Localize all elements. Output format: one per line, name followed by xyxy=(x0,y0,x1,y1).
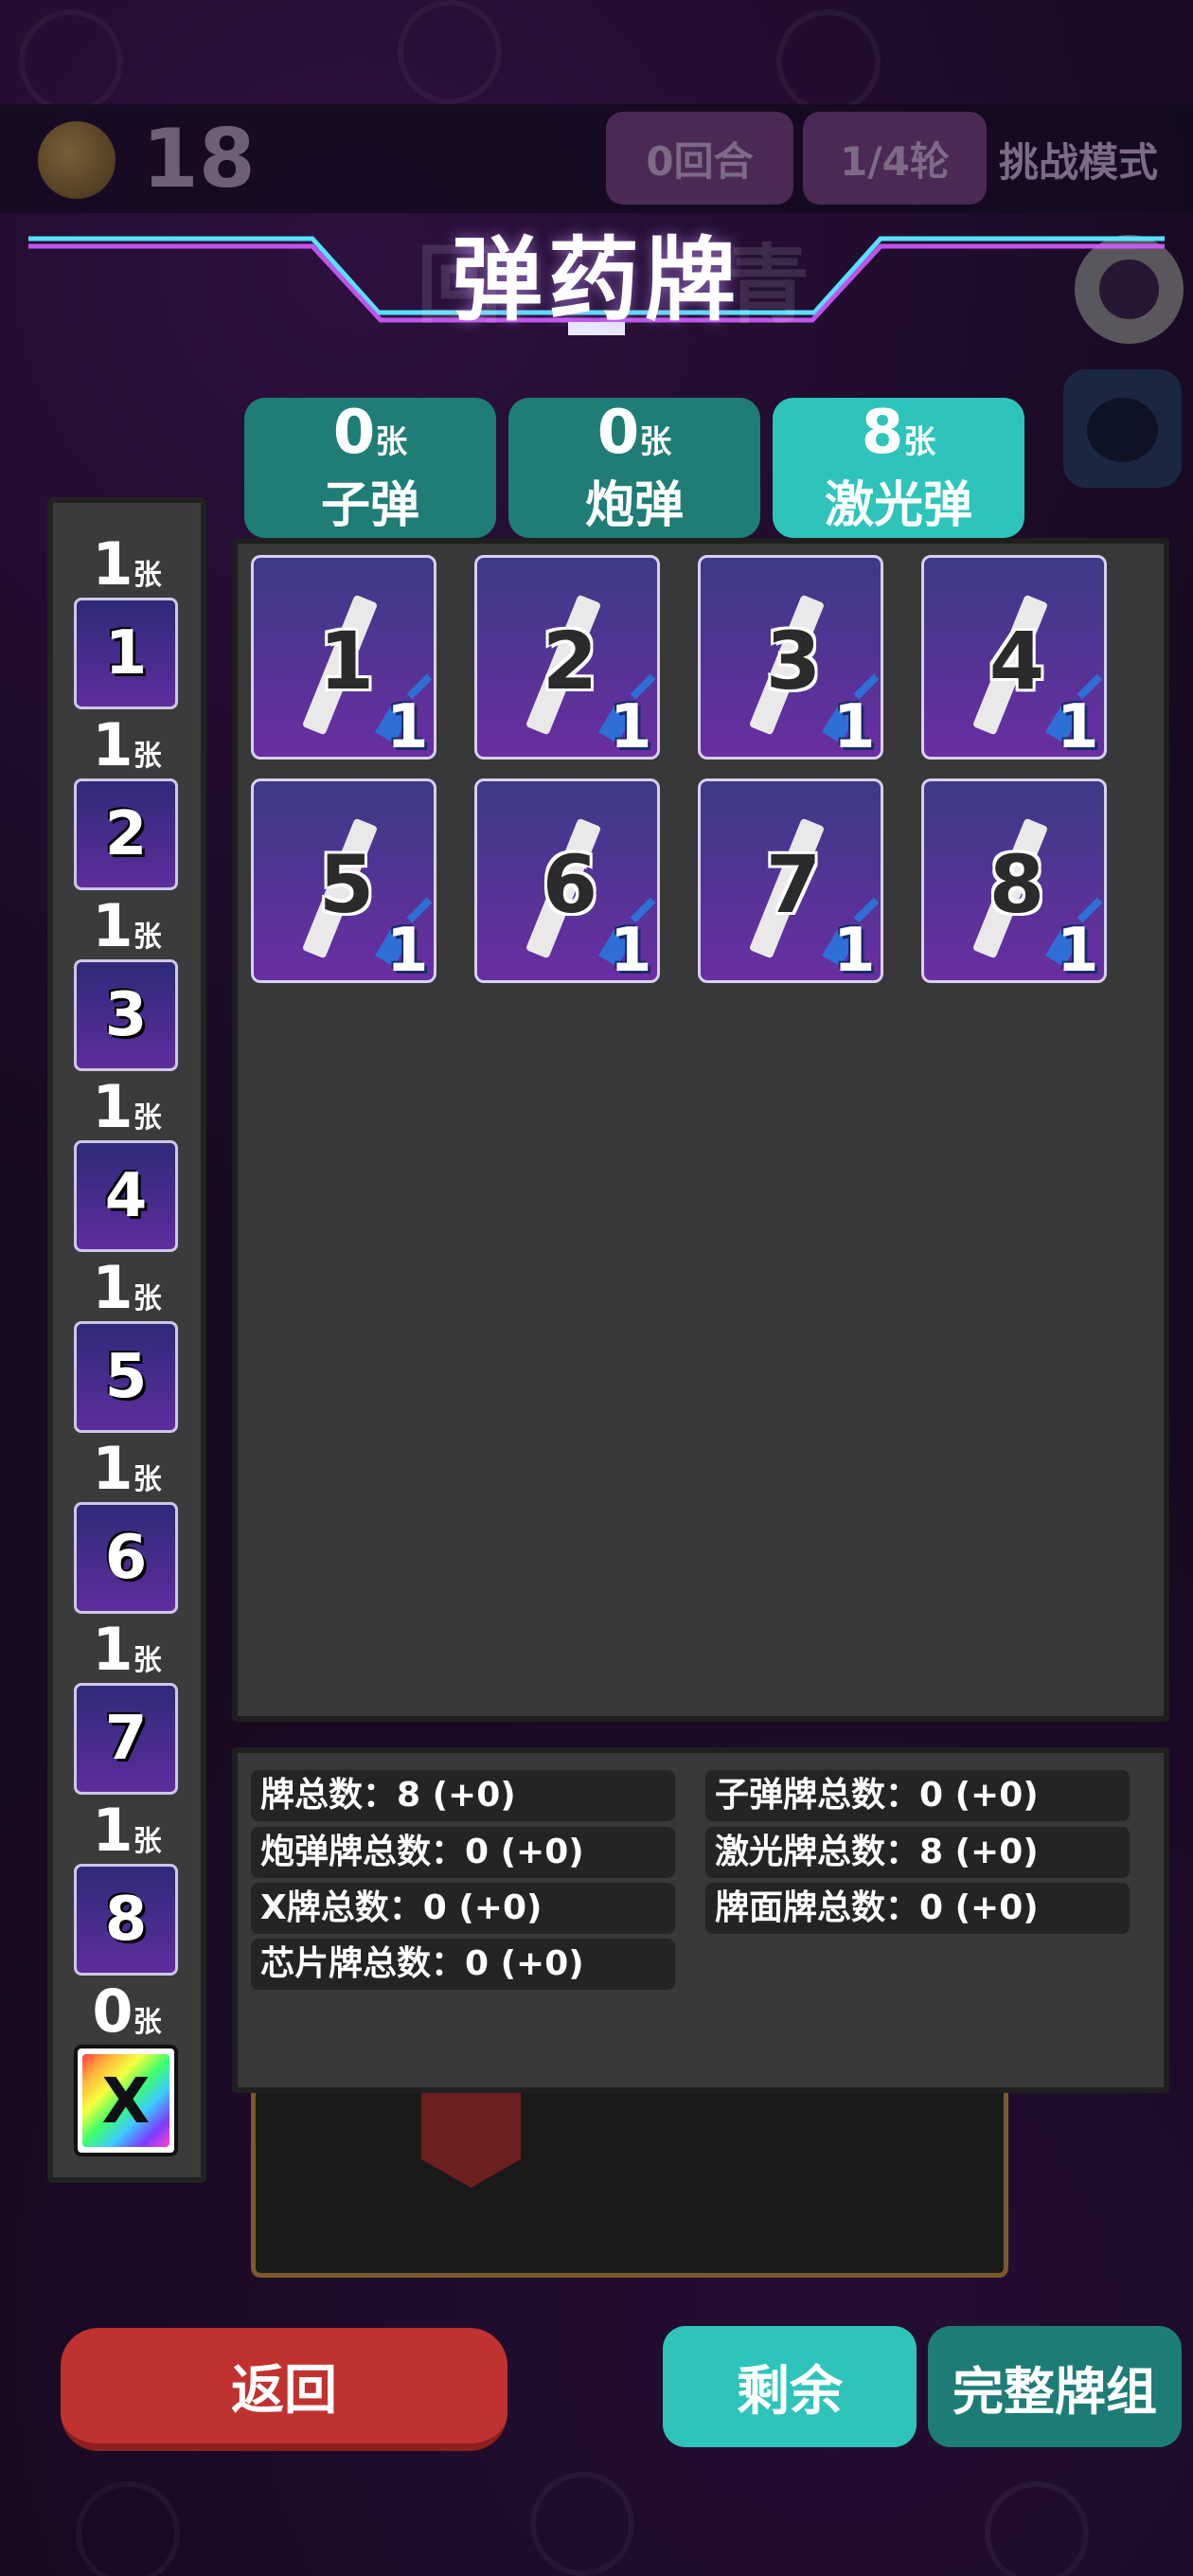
ammo-card[interactable]: 3 1 xyxy=(698,555,883,760)
bear-menu-button[interactable] xyxy=(1063,369,1182,488)
round-counter: 0回合 xyxy=(606,112,793,205)
wave-counter: 1/4轮 xyxy=(803,112,987,205)
stat-total-cards: 牌总数：8 (+0) xyxy=(251,1770,675,1821)
paw-decoration xyxy=(530,2472,634,2576)
background-item-frame xyxy=(251,2093,1008,2278)
ammo-card[interactable]: 8 1 xyxy=(921,778,1107,983)
page-title: 弹药牌 xyxy=(452,227,741,333)
tab-bullet[interactable]: 0张 子弹 xyxy=(244,398,496,538)
remaining-button[interactable]: 剩余 xyxy=(663,2326,917,2447)
sidebar-card: 4 xyxy=(74,1140,178,1252)
card-filter-sidebar: 1张 1 1张 2 1张 3 1张 4 1张 5 1张 6 1张 7 1张 8 … xyxy=(47,497,206,2183)
tab-shell[interactable]: 0张 炮弹 xyxy=(508,398,760,538)
sidebar-card: 1 xyxy=(74,598,178,709)
bear-icon xyxy=(1087,398,1158,462)
tab-laser-label: 激光弹 xyxy=(824,477,972,534)
coin-icon xyxy=(38,121,116,199)
card-grid-panel: 1 1 2 1 3 1 4 1 5 1 6 1 7 1 8 1 xyxy=(232,538,1169,1722)
deck-stats-panel: 牌总数：8 (+0) 子弹牌总数：0 (+0) 炮弹牌总数：0 (+0) 激光牌… xyxy=(232,1747,1169,2093)
tab-shell-count: 0 xyxy=(596,398,640,468)
tab-laser-count: 8 xyxy=(861,398,904,468)
sidebar-card: 3 xyxy=(74,959,178,1071)
stat-bullet-cards: 子弹牌总数：0 (+0) xyxy=(705,1770,1130,1821)
sidebar-item-1[interactable]: 1张 1 xyxy=(74,531,180,709)
sidebar-item-2[interactable]: 1张 2 xyxy=(74,712,180,890)
sidebar-card-x: X xyxy=(74,2045,178,2156)
full-deck-button[interactable]: 完整牌组 xyxy=(928,2326,1182,2447)
sidebar-card: 8 xyxy=(74,1864,178,1976)
stat-x-cards: X牌总数：0 (+0) xyxy=(251,1883,675,1934)
sidebar-item-x[interactable]: 0张 X xyxy=(74,1978,180,2156)
sidebar-card: 7 xyxy=(74,1683,178,1795)
sidebar-item-3[interactable]: 1张 3 xyxy=(74,893,180,1071)
rainbow-x-card: X xyxy=(82,2054,169,2147)
sidebar-item-8[interactable]: 1张 8 xyxy=(74,1798,180,1976)
paw-decoration xyxy=(985,2481,1089,2576)
sidebar-item-6[interactable]: 1张 6 xyxy=(74,1436,180,1614)
tab-laser[interactable]: 8张 激光弹 xyxy=(773,398,1024,538)
paw-decoration xyxy=(776,9,881,114)
paw-decoration xyxy=(19,9,123,114)
tab-bullet-count: 0 xyxy=(332,398,376,468)
stat-shell-cards: 炮弹牌总数：0 (+0) xyxy=(251,1827,675,1878)
sidebar-item-4[interactable]: 1张 4 xyxy=(74,1074,180,1252)
back-button[interactable]: 返回 xyxy=(61,2328,507,2451)
ammo-card[interactable]: 7 1 xyxy=(698,778,883,983)
paw-decoration xyxy=(76,2481,180,2576)
tab-bullet-label: 子弹 xyxy=(320,477,419,534)
ammo-card[interactable]: 1 1 xyxy=(251,555,436,760)
sidebar-item-7[interactable]: 1张 7 xyxy=(74,1617,180,1795)
stat-chip-cards: 芯片牌总数：0 (+0) xyxy=(251,1939,675,1990)
stat-laser-cards: 激光牌总数：8 (+0) xyxy=(705,1827,1130,1878)
ammo-card[interactable]: 5 1 xyxy=(251,778,436,983)
ammo-card[interactable]: 2 1 xyxy=(474,555,660,760)
coin-count: 18 xyxy=(142,112,256,206)
stat-face-cards: 牌面牌总数：0 (+0) xyxy=(705,1883,1130,1934)
paw-decoration xyxy=(398,0,502,104)
ammo-card[interactable]: 4 1 xyxy=(921,555,1107,760)
game-mode-label: 挑战模式 xyxy=(999,139,1159,186)
tab-shell-label: 炮弹 xyxy=(584,477,684,534)
ammo-card[interactable]: 6 1 xyxy=(474,778,660,983)
sidebar-item-5[interactable]: 1张 5 xyxy=(74,1255,180,1433)
sidebar-card: 6 xyxy=(74,1502,178,1614)
sidebar-card: 5 xyxy=(74,1321,178,1433)
sidebar-card: 2 xyxy=(74,778,178,890)
